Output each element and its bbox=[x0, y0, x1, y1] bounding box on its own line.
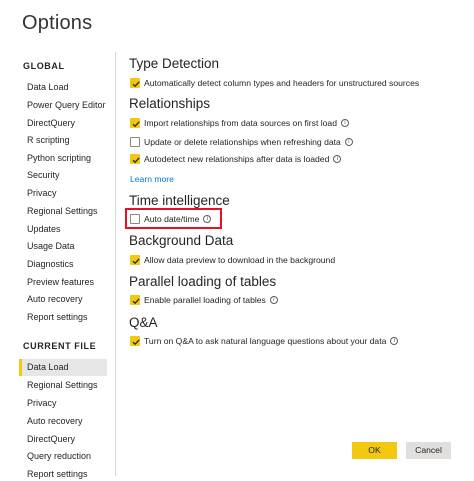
section-title-time-intelligence: Time intelligence bbox=[129, 193, 230, 208]
cancel-button[interactable]: Cancel bbox=[406, 442, 451, 459]
option-label: Autodetect new relationships after data … bbox=[144, 154, 330, 164]
sidebar-item-global-privacy[interactable]: Privacy bbox=[19, 185, 107, 202]
option-label: Automatically detect column types and he… bbox=[144, 78, 420, 88]
sidebar-item-current-report-settings[interactable]: Report settings bbox=[19, 466, 107, 481]
sidebar-item-query-reduction[interactable]: Query reduction bbox=[19, 448, 107, 465]
info-icon[interactable]: i bbox=[203, 215, 212, 223]
option-label: Turn on Q&A to ask natural language ques… bbox=[144, 336, 387, 346]
sidebar-item-preview-features[interactable]: Preview features bbox=[19, 274, 107, 291]
section-title-type-detection: Type Detection bbox=[129, 56, 220, 71]
sidebar-item-power-query-editor[interactable]: Power Query Editor bbox=[19, 97, 107, 114]
info-icon[interactable]: i bbox=[333, 155, 342, 163]
info-icon[interactable]: i bbox=[269, 296, 278, 304]
sidebar-item-updates[interactable]: Updates bbox=[19, 221, 107, 238]
option-auto-date-time[interactable]: Auto date/time i bbox=[130, 213, 212, 225]
option-import-relationships[interactable]: Import relationships from data sources o… bbox=[130, 117, 349, 129]
section-title-qa: Q&A bbox=[129, 315, 158, 330]
sidebar-item-global-report-settings[interactable]: Report settings bbox=[19, 309, 107, 326]
section-title-relationships: Relationships bbox=[129, 96, 211, 111]
option-label: Auto date/time bbox=[144, 214, 200, 224]
checkbox-unchecked-icon[interactable] bbox=[130, 137, 140, 147]
option-autodetect-relationships[interactable]: Autodetect new relationships after data … bbox=[130, 153, 342, 165]
checkbox-checked-icon[interactable] bbox=[130, 118, 140, 128]
sidebar-item-security[interactable]: Security bbox=[19, 167, 107, 184]
info-icon[interactable]: i bbox=[390, 337, 399, 345]
sidebar-divider bbox=[115, 52, 116, 476]
sidebar-heading-current-file: CURRENT FILE bbox=[23, 341, 97, 351]
sidebar-heading-global: GLOBAL bbox=[23, 61, 65, 71]
sidebar-item-global-directquery[interactable]: DirectQuery bbox=[19, 115, 107, 132]
option-update-relationships[interactable]: Update or delete relationships when refr… bbox=[130, 136, 353, 148]
sidebar-item-global-regional-settings[interactable]: Regional Settings bbox=[19, 203, 107, 220]
sidebar-item-diagnostics[interactable]: Diagnostics bbox=[19, 256, 107, 273]
sidebar-item-current-directquery[interactable]: DirectQuery bbox=[19, 431, 107, 448]
option-label: Enable parallel loading of tables bbox=[144, 295, 266, 305]
section-title-parallel-loading: Parallel loading of tables bbox=[129, 274, 277, 289]
sidebar-item-current-privacy[interactable]: Privacy bbox=[19, 395, 107, 412]
section-title-background-data: Background Data bbox=[129, 233, 234, 248]
option-label: Import relationships from data sources o… bbox=[144, 118, 337, 128]
info-icon[interactable]: i bbox=[344, 138, 353, 146]
sidebar-item-current-auto-recovery[interactable]: Auto recovery bbox=[19, 413, 107, 430]
info-icon[interactable]: i bbox=[340, 119, 349, 127]
option-label: Allow data preview to download in the ba… bbox=[144, 255, 336, 265]
learn-more-link[interactable]: Learn more bbox=[130, 174, 174, 184]
checkbox-checked-icon[interactable] bbox=[130, 154, 140, 164]
checkbox-checked-icon[interactable] bbox=[130, 255, 140, 265]
sidebar-item-python-scripting[interactable]: Python scripting bbox=[19, 150, 107, 167]
sidebar-item-r-scripting[interactable]: R scripting bbox=[19, 132, 107, 149]
dialog-title: Options bbox=[22, 12, 93, 34]
checkbox-checked-icon[interactable] bbox=[130, 78, 140, 88]
ok-button[interactable]: OK bbox=[352, 442, 397, 459]
checkbox-checked-icon[interactable] bbox=[130, 336, 140, 346]
option-turn-on-qa[interactable]: Turn on Q&A to ask natural language ques… bbox=[130, 335, 399, 347]
checkbox-checked-icon[interactable] bbox=[130, 295, 140, 305]
option-detect-column-types[interactable]: Automatically detect column types and he… bbox=[130, 77, 419, 89]
option-label: Update or delete relationships when refr… bbox=[144, 137, 341, 147]
sidebar-item-usage-data[interactable]: Usage Data bbox=[19, 238, 107, 255]
sidebar-item-global-data-load[interactable]: Data Load bbox=[19, 79, 107, 96]
sidebar-item-current-data-load[interactable]: Data Load bbox=[19, 359, 107, 376]
option-parallel-loading[interactable]: Enable parallel loading of tables i bbox=[130, 294, 278, 306]
checkbox-unchecked-icon[interactable] bbox=[130, 214, 140, 224]
sidebar-item-global-auto-recovery[interactable]: Auto recovery bbox=[19, 291, 107, 308]
sidebar-item-current-regional-settings[interactable]: Regional Settings bbox=[19, 377, 107, 394]
option-background-preview[interactable]: Allow data preview to download in the ba… bbox=[130, 254, 335, 266]
